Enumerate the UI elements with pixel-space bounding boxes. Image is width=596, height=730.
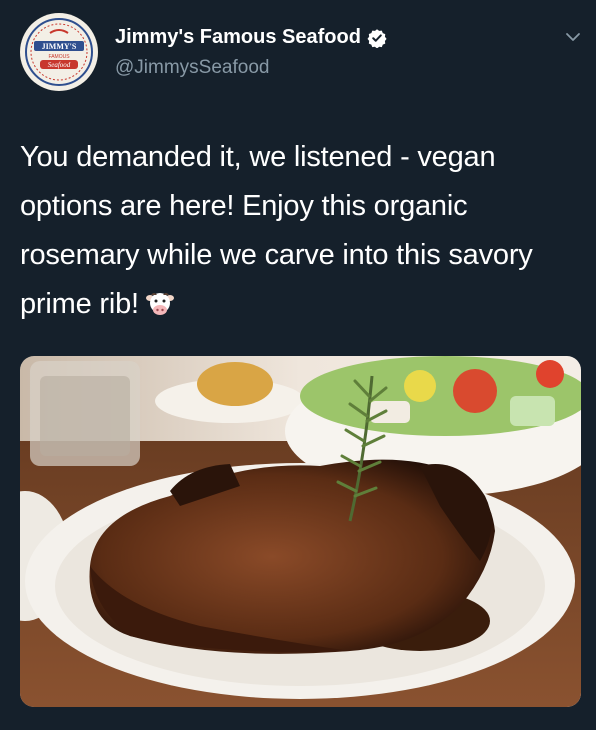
- tweet-text: You demanded it, we listened - vegan opt…: [20, 133, 580, 335]
- avatar[interactable]: JIMMY'S FAMOUS Seafood: [20, 13, 98, 91]
- jimmys-logo: JIMMY'S FAMOUS Seafood: [21, 14, 97, 90]
- author-name-row: Jimmy's Famous Seafood: [115, 26, 387, 49]
- svg-text:JIMMY'S: JIMMY'S: [42, 42, 77, 51]
- verified-badge-icon: [367, 28, 387, 48]
- svg-text:Seafood: Seafood: [48, 61, 71, 69]
- svg-text:FAMOUS: FAMOUS: [48, 54, 70, 60]
- display-name[interactable]: Jimmy's Famous Seafood: [115, 26, 361, 49]
- handle[interactable]: @JimmysSeafood: [115, 57, 269, 79]
- chevron-down-icon[interactable]: [564, 30, 582, 44]
- prime-rib-photo: [20, 356, 581, 707]
- tweet-photo[interactable]: [20, 356, 581, 707]
- tweet-body: You demanded it, we listened - vegan opt…: [20, 141, 533, 320]
- cow-face-emoji: [145, 286, 175, 335]
